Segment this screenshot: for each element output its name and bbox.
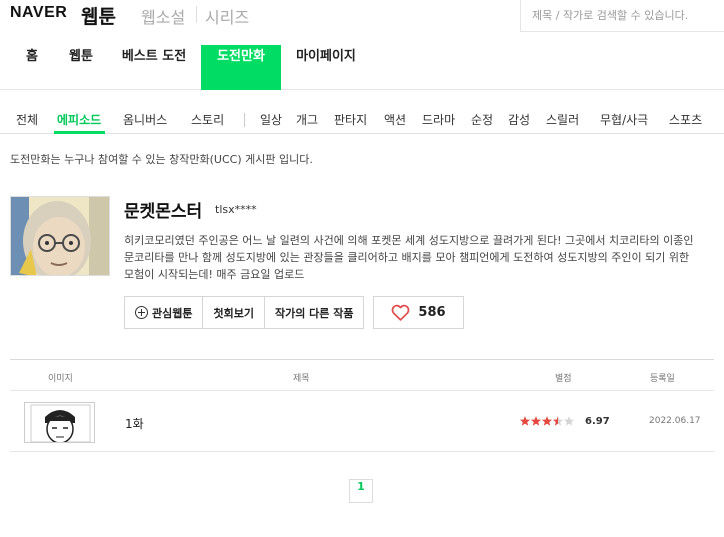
tab-romance[interactable]: 순정 (471, 111, 493, 128)
tab-sports[interactable]: 스포츠 (669, 111, 702, 128)
tab-martial-arts[interactable]: 무협/사극 (600, 111, 648, 128)
other-works-button-label: 작가의 다른 작품 (274, 306, 354, 320)
comic-title: 문켓몬스터 (124, 202, 203, 222)
tab-comedy[interactable]: 개그 (296, 111, 318, 128)
first-episode-button-label: 첫회보기 (213, 306, 254, 320)
episode-thumbnail-art (25, 403, 94, 442)
episode-date: 2022.06.17 (649, 416, 701, 426)
tab-all[interactable]: 전체 (16, 111, 38, 128)
tab-daily[interactable]: 일상 (260, 111, 282, 128)
tab-thriller[interactable]: 스릴러 (546, 111, 579, 128)
table-row: 1화 6.97 2022.06.17 (10, 391, 714, 452)
tab-divider (244, 113, 245, 127)
service-divider (196, 6, 197, 23)
favorite-button[interactable]: 관심웹툰 (125, 297, 204, 328)
active-tab-indicator (54, 131, 105, 134)
favorite-button-label: 관심웹툰 (152, 306, 193, 320)
other-works-button[interactable]: 작가의 다른 작품 (265, 297, 364, 328)
episode-rating-value: 6.97 (585, 416, 610, 427)
comic-thumbnail-art (11, 197, 109, 275)
service-series-link[interactable]: 시리즈 (205, 4, 249, 28)
episode-star-rating (519, 415, 574, 427)
tab-drama[interactable]: 드라마 (422, 111, 455, 128)
heart-icon (392, 304, 410, 321)
tab-episode[interactable]: 에피소드 (57, 111, 101, 128)
comic-action-buttons: 관심웹툰 첫회보기 작가의 다른 작품 (124, 296, 365, 329)
column-date: 등록일 (650, 374, 675, 384)
nav-challenge[interactable]: 도전만화 (201, 45, 281, 90)
column-image: 이미지 (48, 374, 73, 384)
board-description: 도전만화는 누구나 참여할 수 있는 창작만화(UCC) 게시판 입니다. (10, 153, 313, 166)
star-icon (564, 416, 574, 426)
column-rating: 별점 (555, 374, 572, 384)
naver-logo[interactable]: NAVER (10, 4, 67, 22)
search-input[interactable] (532, 0, 712, 30)
top-header: NAVER 웹툰 웹소설 시리즈 (0, 0, 724, 32)
episode-title[interactable]: 1화 (125, 415, 144, 432)
first-episode-button[interactable]: 첫회보기 (203, 297, 265, 328)
column-title: 제목 (293, 374, 310, 384)
comic-author[interactable]: tlsx**** (215, 203, 257, 216)
service-webtoon-link[interactable]: 웹툰 (81, 2, 116, 29)
nav-home[interactable]: 홈 (16, 45, 48, 90)
genre-tabs: 전체 에피소드 옴니버스 스토리 일상 개그 판타지 액션 드라마 순정 감성 … (0, 104, 724, 134)
like-button[interactable]: 586 (373, 296, 464, 329)
tab-omnibus[interactable]: 옴니버스 (123, 111, 167, 128)
service-webnovel-link[interactable]: 웹소설 (141, 4, 185, 28)
main-nav: 홈 웹툰 베스트 도전 도전만화 마이페이지 (0, 45, 724, 90)
pagination-page-1[interactable]: 1 (349, 479, 373, 503)
comic-thumbnail[interactable] (10, 196, 110, 276)
plus-circle-icon (135, 306, 148, 319)
comic-synopsis: 히키코모리였던 주인공은 어느 날 일련의 사건에 의해 포켓몬 세계 성도지방… (124, 234, 694, 281)
tab-action[interactable]: 액션 (384, 111, 406, 128)
like-count: 586 (418, 305, 446, 320)
nav-webtoon[interactable]: 웹툰 (60, 45, 102, 90)
tab-fantasy[interactable]: 판타지 (334, 111, 367, 128)
tab-story[interactable]: 스토리 (191, 111, 224, 128)
tab-sensibility[interactable]: 감성 (508, 111, 530, 128)
episode-thumbnail[interactable] (24, 402, 95, 443)
episode-table-header: 이미지 제목 별점 등록일 (10, 359, 714, 391)
nav-best-challenge[interactable]: 베스트 도전 (114, 45, 194, 90)
nav-mypage[interactable]: 마이페이지 (288, 45, 364, 90)
search-box (520, 0, 724, 32)
